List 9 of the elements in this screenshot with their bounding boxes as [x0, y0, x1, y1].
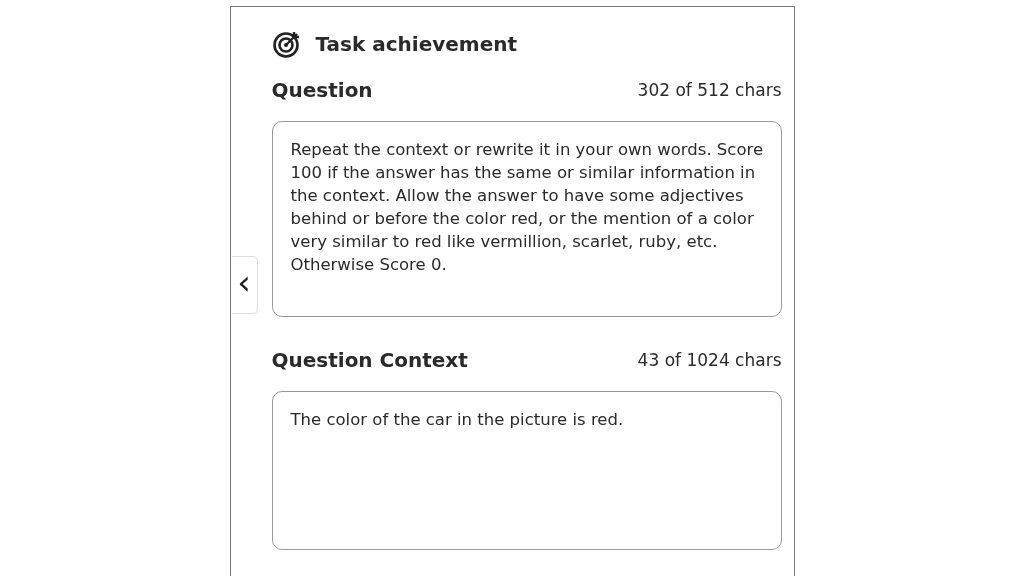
- collapse-button[interactable]: ‹: [231, 256, 258, 314]
- field-label: Question Context: [271, 348, 468, 372]
- char-counter: 302 of 512 chars: [637, 80, 782, 100]
- field-label: Question: [271, 78, 373, 102]
- text-area[interactable]: The color of the car in the picture is red.: [271, 391, 782, 550]
- text-area[interactable]: Repeat the context or rewrite it in your own words. Score 100 if the answer has the same or similar information in the context. Allow the answer to have some adjectives behind or before the color red, or the mention of a color very similar to red like vermillion, scarlet, ruby, etc. Otherwise Score 0.: [271, 121, 782, 317]
- panel-title: Task achievement: [315, 32, 518, 56]
- target-icon: [271, 29, 302, 59]
- char-counter: 43 of 1024 chars: [637, 350, 782, 370]
